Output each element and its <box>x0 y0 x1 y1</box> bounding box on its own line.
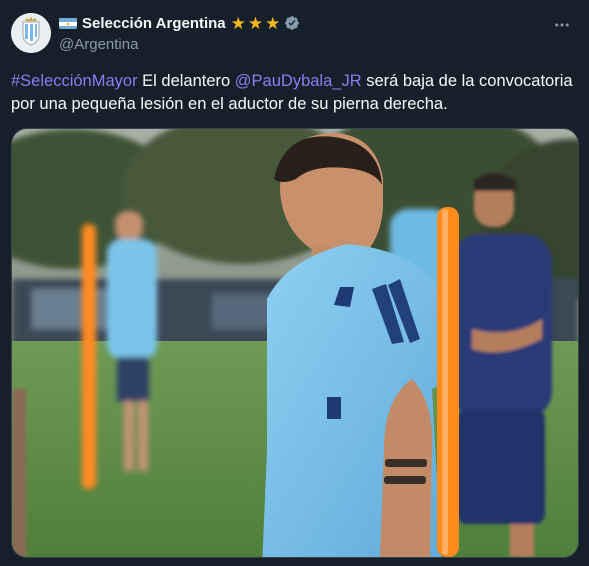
user-handle[interactable]: @Argentina <box>59 36 573 53</box>
display-name[interactable]: Selección Argentina <box>82 15 226 32</box>
star-icon: ★ <box>230 13 246 33</box>
more-options-icon[interactable] <box>551 14 573 36</box>
avatar[interactable] <box>11 13 51 53</box>
afa-crest-icon <box>11 13 51 53</box>
tweet-header: Selección Argentina ★ ★ ★ @Argentina <box>59 13 573 57</box>
tweet-text: #SelecciónMayor El delantero @PauDybala_… <box>11 70 581 116</box>
star-badges: ★ ★ ★ <box>231 15 281 32</box>
star-icon: ★ <box>265 13 281 33</box>
mention-link[interactable]: @PauDybala_JR <box>235 72 362 90</box>
training-photo-image <box>12 129 578 557</box>
hashtag-link[interactable]: #SelecciónMayor <box>11 72 138 90</box>
tweet-text-part: El delantero <box>137 72 235 90</box>
star-icon: ★ <box>247 13 264 33</box>
verified-badge-icon[interactable] <box>284 15 300 31</box>
argentina-flag-icon <box>59 17 77 29</box>
name-row: Selección Argentina ★ ★ ★ <box>59 13 573 33</box>
tweet-photo[interactable] <box>11 128 579 558</box>
